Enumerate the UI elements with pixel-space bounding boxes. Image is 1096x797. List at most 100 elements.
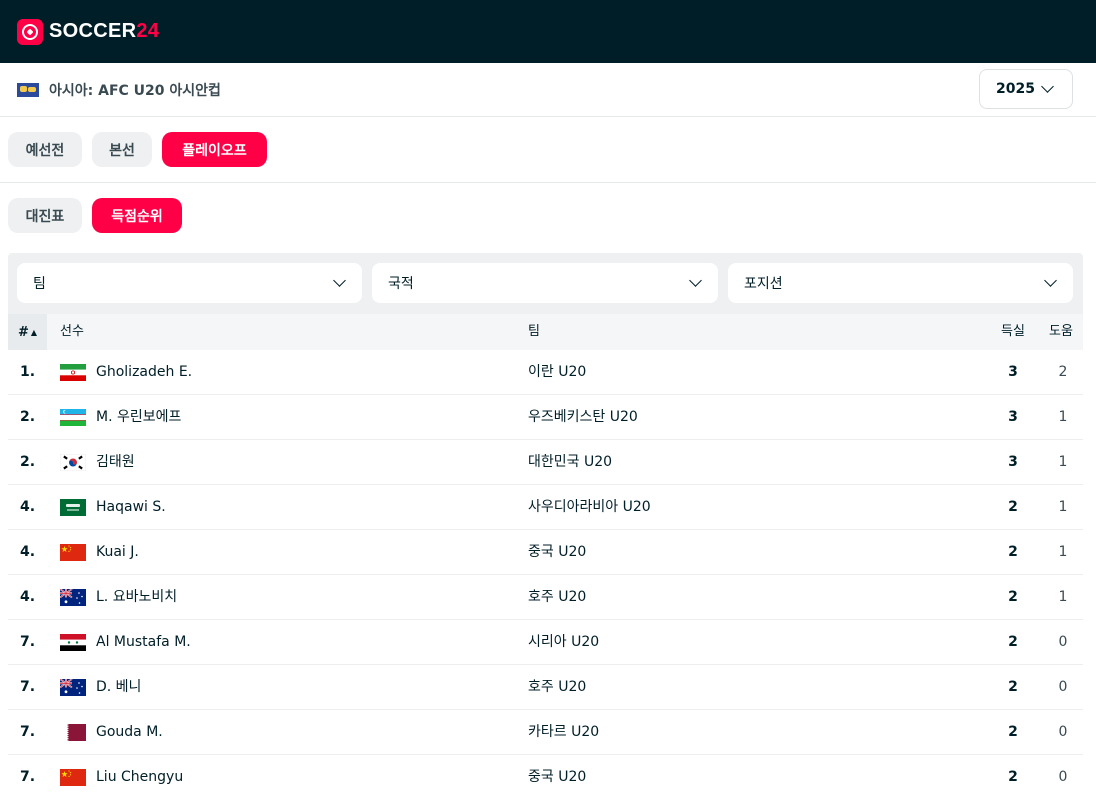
player-name-link[interactable]: M. 우린보에프 <box>96 395 181 439</box>
tab-playoffs[interactable]: 플레이오프 <box>162 132 267 167</box>
brand-name: SOCCER <box>49 20 137 42</box>
season-value: 2025 <box>996 81 1035 97</box>
chevron-down-icon <box>333 274 346 287</box>
team-name-link[interactable]: 호주 U20 <box>528 575 586 619</box>
nationality-filter-select[interactable]: 국적 <box>372 263 718 303</box>
goals-cell: 2 <box>1008 634 1018 650</box>
goals-cell: 3 <box>1008 364 1018 380</box>
goals-cell: 3 <box>1008 409 1018 425</box>
league-header: 아시아: AFC U20 아시안컵 2025 <box>0 63 1096 117</box>
table-row[interactable]: 7. Liu Chengyu 중국 U20 2 0 <box>8 755 1083 797</box>
assists-cell: 0 <box>1058 769 1068 785</box>
assists-header[interactable]: 도움 <box>1049 314 1073 350</box>
table-row[interactable]: 2. 김태원 대한민국 U20 3 1 <box>8 440 1083 485</box>
assists-cell: 1 <box>1058 409 1068 425</box>
goals-header[interactable]: 득실 <box>1001 314 1025 350</box>
saudi-arabia-flag-icon <box>60 499 86 516</box>
rank-cell: 4. <box>19 589 36 605</box>
table-row[interactable]: 7. Al Mustafa M. 시리아 U20 2 0 <box>8 620 1083 665</box>
tab-top-scorers[interactable]: 득점순위 <box>92 198 182 233</box>
table-header: # ▲ 선수 팀 득실 도움 <box>8 314 1083 350</box>
table-row[interactable]: 4. L. 요바노비치 호주 U20 2 1 <box>8 575 1083 620</box>
qatar-flag-icon <box>60 724 86 741</box>
syria-flag-icon <box>60 634 86 651</box>
player-name-link[interactable]: 김태원 <box>96 440 135 484</box>
rank-cell: 1. <box>19 364 36 380</box>
chevron-down-icon <box>689 274 702 287</box>
asia-flag-icon <box>17 82 39 97</box>
table-row[interactable]: 1. Gholizadeh E. 이란 U20 3 2 <box>8 350 1083 395</box>
tab-qualifiers[interactable]: 예선전 <box>8 132 82 167</box>
position-filter-select[interactable]: 포지션 <box>728 263 1073 303</box>
rank-sort-header[interactable]: # ▲ <box>8 314 47 350</box>
south-korea-flag-icon <box>60 454 86 471</box>
team-name-link[interactable]: 우즈베키스탄 U20 <box>528 395 638 439</box>
team-name-link[interactable]: 중국 U20 <box>528 755 586 797</box>
team-header[interactable]: 팀 <box>528 314 540 350</box>
table-row[interactable]: 4. Haqawi S. 사우디아라비아 U20 2 1 <box>8 485 1083 530</box>
table-row[interactable]: 7. Gouda M. 카타르 U20 2 0 <box>8 710 1083 755</box>
season-dropdown[interactable]: 2025 <box>979 69 1073 109</box>
goals-cell: 2 <box>1008 679 1018 695</box>
team-name-link[interactable]: 중국 U20 <box>528 530 586 574</box>
rank-cell: 7. <box>19 724 36 740</box>
rank-cell: 2. <box>19 454 36 470</box>
goals-cell: 2 <box>1008 499 1018 515</box>
player-name-link[interactable]: L. 요바노비치 <box>96 575 177 619</box>
goals-cell: 2 <box>1008 544 1018 560</box>
australia-flag-icon <box>60 589 86 606</box>
assists-cell: 1 <box>1058 499 1068 515</box>
soccer-ball-logo-icon[interactable] <box>17 18 43 45</box>
team-filter-select[interactable]: 팀 <box>17 263 362 303</box>
uzbekistan-flag-icon <box>60 409 86 426</box>
player-name-link[interactable]: D. 베니 <box>96 665 141 709</box>
table-row[interactable]: 2. M. 우린보에프 우즈베키스탄 U20 3 1 <box>8 395 1083 440</box>
position-filter-label: 포지션 <box>744 276 783 292</box>
goals-cell: 2 <box>1008 589 1018 605</box>
team-name-link[interactable]: 호주 U20 <box>528 665 586 709</box>
player-name-link[interactable]: Gouda M. <box>96 710 163 754</box>
china-flag-icon <box>60 544 86 561</box>
filter-bar: 팀 국적 포지션 <box>8 253 1083 314</box>
tab-bracket[interactable]: 대진표 <box>8 198 82 233</box>
table-row[interactable]: 7. D. 베니 호주 U20 2 0 <box>8 665 1083 710</box>
assists-cell: 2 <box>1058 364 1068 380</box>
player-name-link[interactable]: Gholizadeh E. <box>96 350 192 394</box>
team-name-link[interactable]: 카타르 U20 <box>528 710 599 754</box>
rank-cell: 7. <box>19 634 36 650</box>
rank-cell: 4. <box>19 544 36 560</box>
team-name-link[interactable]: 사우디아라비아 U20 <box>528 485 651 529</box>
australia-flag-icon <box>60 679 86 696</box>
goals-cell: 2 <box>1008 769 1018 785</box>
tab-main-round[interactable]: 본선 <box>92 132 152 167</box>
team-name-link[interactable]: 대한민국 U20 <box>528 440 612 484</box>
goals-cell: 2 <box>1008 724 1018 740</box>
player-name-link[interactable]: Kuai J. <box>96 530 139 574</box>
goals-cell: 3 <box>1008 454 1018 470</box>
nationality-filter-label: 국적 <box>388 276 414 292</box>
top-bar: SOCCER24 <box>0 0 1096 63</box>
assists-cell: 0 <box>1058 634 1068 650</box>
section-divider <box>0 182 1096 183</box>
rank-cell: 2. <box>19 409 36 425</box>
player-name-link[interactable]: Liu Chengyu <box>96 755 183 797</box>
player-name-link[interactable]: Al Mustafa M. <box>96 620 191 664</box>
assists-cell: 1 <box>1058 454 1068 470</box>
rank-header-label: # <box>17 324 29 340</box>
rank-cell: 4. <box>19 499 36 515</box>
assists-cell: 1 <box>1058 544 1068 560</box>
table-row[interactable]: 4. Kuai J. 중국 U20 2 1 <box>8 530 1083 575</box>
league-title[interactable]: 아시아: AFC U20 아시안컵 <box>49 80 221 100</box>
assists-cell: 1 <box>1058 589 1068 605</box>
assists-cell: 0 <box>1058 724 1068 740</box>
chevron-down-icon <box>1044 274 1057 287</box>
player-name-link[interactable]: Haqawi S. <box>96 485 166 529</box>
sort-ascending-icon: ▲ <box>30 327 38 337</box>
team-name-link[interactable]: 시리아 U20 <box>528 620 599 664</box>
player-header[interactable]: 선수 <box>60 314 84 350</box>
iran-flag-icon <box>60 364 86 381</box>
chevron-down-icon <box>1041 80 1054 93</box>
brand-logo[interactable]: SOCCER24 <box>49 20 159 43</box>
team-name-link[interactable]: 이란 U20 <box>528 350 586 394</box>
rank-cell: 7. <box>19 769 36 785</box>
